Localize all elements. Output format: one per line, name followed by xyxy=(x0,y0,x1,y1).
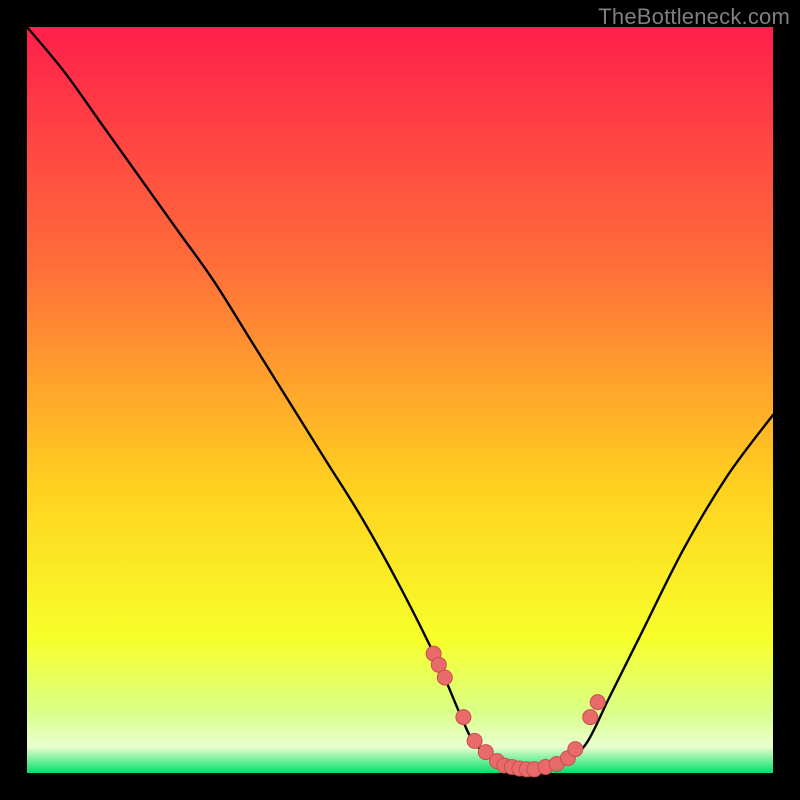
chart-svg xyxy=(0,0,800,800)
highlight-dot xyxy=(467,733,482,748)
chart-root: TheBottleneck.com xyxy=(0,0,800,800)
highlight-dot xyxy=(583,710,598,725)
highlight-dot xyxy=(437,670,452,685)
plot-gradient xyxy=(27,27,773,773)
highlight-dot xyxy=(568,742,583,757)
highlight-dot xyxy=(590,695,605,710)
watermark-text: TheBottleneck.com xyxy=(598,4,790,30)
highlight-dot xyxy=(456,710,471,725)
